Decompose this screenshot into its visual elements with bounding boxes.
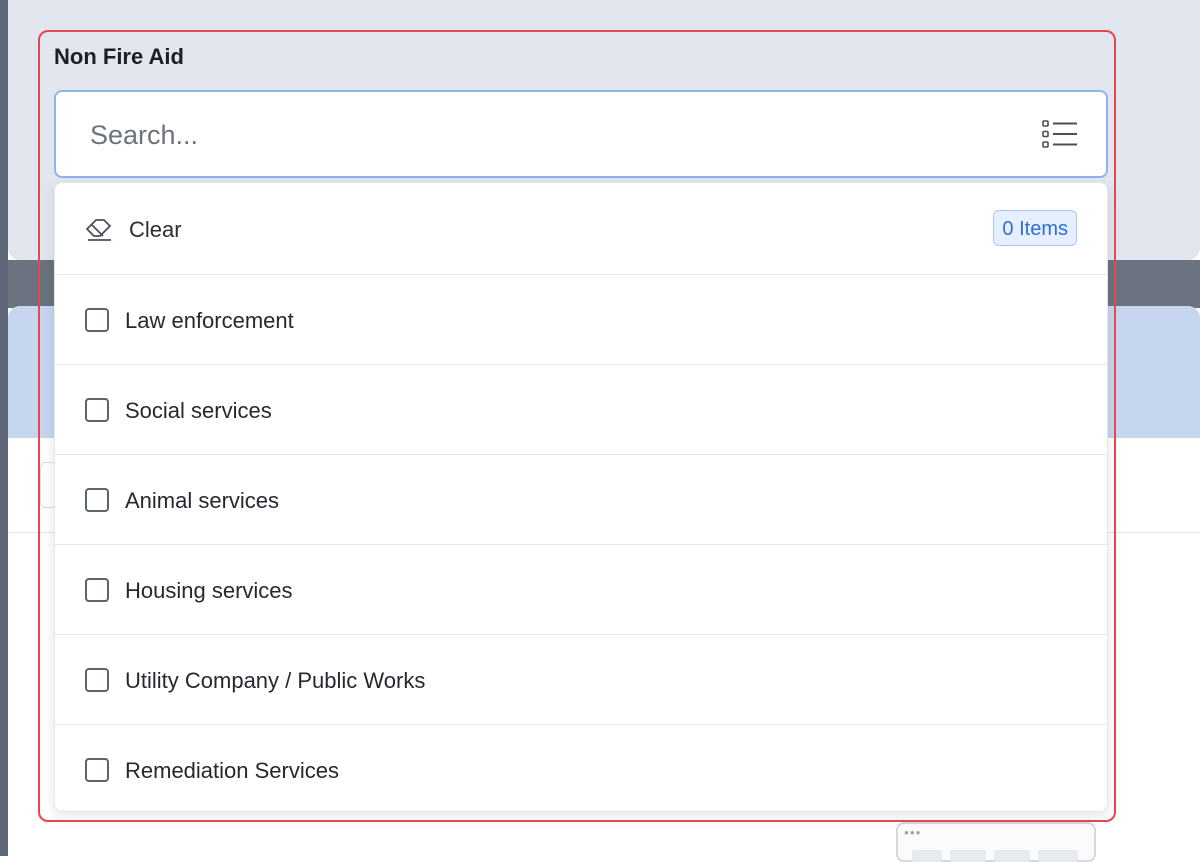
app-left-rail bbox=[0, 0, 8, 856]
thumbnail-block bbox=[912, 850, 942, 862]
window-thumbnail: ●●● bbox=[896, 822, 1096, 862]
window-dots-icon: ●●● bbox=[904, 828, 922, 837]
thumbnail-block bbox=[994, 850, 1030, 862]
thumbnail-block bbox=[950, 850, 986, 862]
thumbnail-block bbox=[1038, 850, 1078, 862]
highlight-frame bbox=[38, 30, 1116, 822]
